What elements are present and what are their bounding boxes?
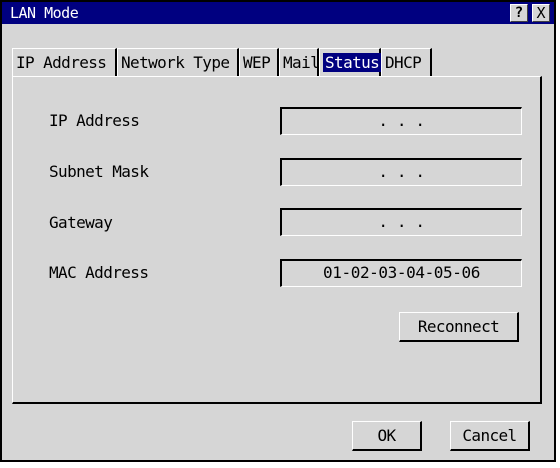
subnet-mask-field: . . .: [280, 158, 522, 186]
tab-label: Mail: [283, 53, 320, 72]
tab-dhcp[interactable]: DHCP: [381, 48, 432, 76]
tab-status[interactable]: Status: [319, 48, 382, 76]
ip-address-label: IP Address: [49, 111, 140, 130]
gateway-field: . . .: [280, 208, 522, 236]
lan-mode-dialog: LAN Mode ? X IP Address Network Type WEP…: [0, 0, 556, 462]
help-button[interactable]: ?: [510, 4, 528, 22]
reconnect-button[interactable]: Reconnect: [399, 312, 519, 342]
tab-label: Status: [323, 53, 382, 72]
cancel-button[interactable]: Cancel: [450, 421, 530, 451]
title-bar: LAN Mode ? X: [2, 2, 554, 24]
mac-address-field: 01-02-03-04-05-06: [280, 259, 522, 287]
tab-mail[interactable]: Mail: [279, 48, 320, 76]
close-button[interactable]: X: [532, 4, 550, 22]
window-title: LAN Mode: [10, 4, 79, 22]
subnet-mask-label: Subnet Mask: [49, 162, 149, 181]
tab-label: IP Address: [16, 53, 107, 72]
status-panel: IP Address . . . Subnet Mask . . . Gatew…: [12, 76, 542, 404]
ip-address-field: . . .: [280, 107, 522, 135]
tab-label: DHCP: [385, 53, 422, 72]
ok-button[interactable]: OK: [352, 421, 422, 451]
mac-address-label: MAC Address: [49, 263, 149, 282]
tab-label: Network Type: [121, 53, 230, 72]
tab-label: WEP: [243, 53, 271, 72]
tab-network-type[interactable]: Network Type: [117, 48, 239, 76]
tab-wep[interactable]: WEP: [239, 48, 279, 76]
gateway-label: Gateway: [49, 213, 113, 232]
tab-ip-address[interactable]: IP Address: [12, 48, 117, 76]
